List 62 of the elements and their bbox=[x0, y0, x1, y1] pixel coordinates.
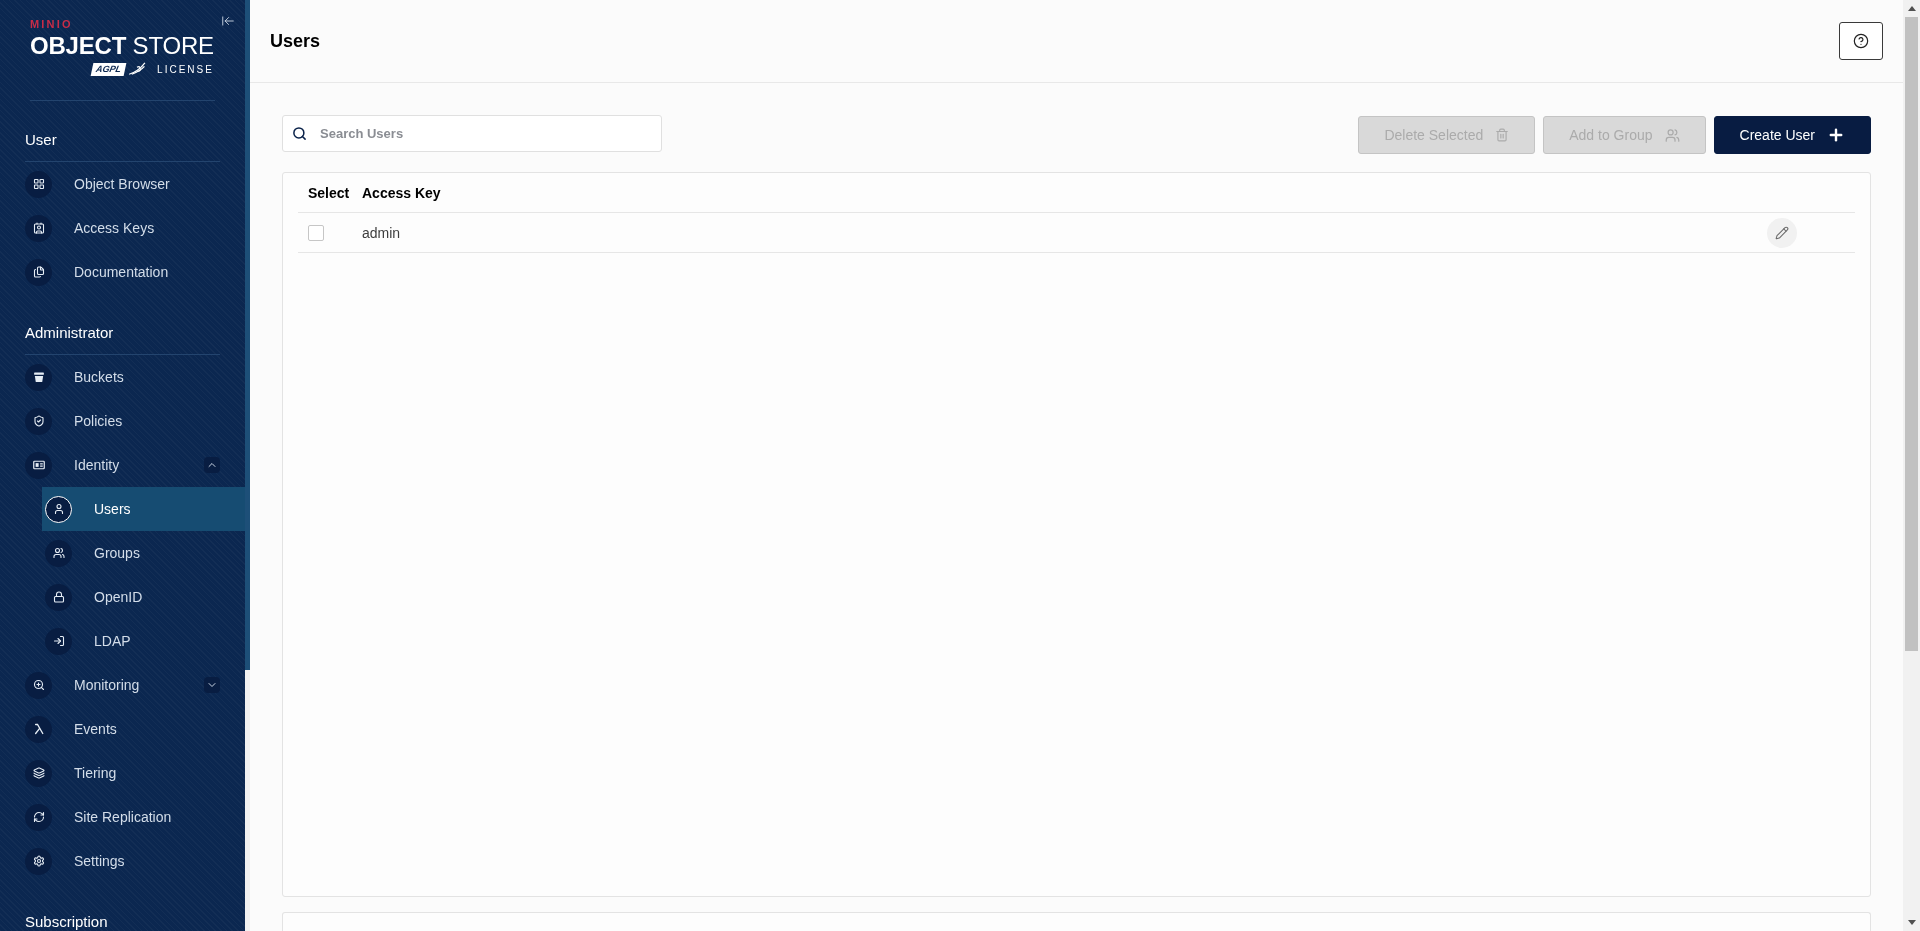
nav-item[interactable]: Identity bbox=[0, 443, 245, 487]
nav-item[interactable]: Buckets bbox=[0, 355, 245, 399]
bucket-icon bbox=[25, 363, 52, 391]
nav-item[interactable]: Access Keys bbox=[0, 206, 245, 250]
nav-item[interactable]: Monitoring bbox=[0, 663, 245, 707]
scrollbar[interactable] bbox=[1903, 0, 1920, 931]
grid-icon bbox=[25, 170, 52, 198]
section-title: User bbox=[25, 132, 220, 162]
column-header: Access Key bbox=[362, 184, 441, 201]
shield-icon bbox=[25, 407, 52, 435]
scrollbar-thumb[interactable] bbox=[1905, 17, 1918, 651]
create-user-button[interactable]: Create User bbox=[1713, 116, 1871, 154]
nav-item[interactable]: Groups bbox=[42, 531, 245, 575]
nav-item[interactable]: Documentation bbox=[0, 250, 245, 294]
license-badge: AGPL bbox=[90, 62, 127, 76]
page-title: Users bbox=[270, 30, 321, 52]
nav-item[interactable]: Users bbox=[42, 487, 245, 531]
help-icon bbox=[1853, 33, 1869, 49]
nav-item[interactable]: Policies bbox=[0, 399, 245, 443]
settings-icon bbox=[25, 847, 52, 875]
brand-name: MINIO bbox=[30, 19, 73, 29]
users-icon bbox=[1664, 127, 1680, 143]
user-icon bbox=[45, 495, 72, 523]
edit-button[interactable] bbox=[1767, 217, 1797, 248]
sidebar-scrollbar[interactable] bbox=[245, 0, 250, 931]
collapse-sidebar-icon[interactable] bbox=[220, 14, 235, 28]
search-field[interactable]: Search Users bbox=[282, 115, 662, 152]
section-title: Subscription bbox=[25, 914, 220, 931]
scrollbar-thumb[interactable] bbox=[245, 0, 250, 671]
scroll-down-icon[interactable] bbox=[1907, 920, 1916, 925]
chevron-down-icon[interactable] bbox=[204, 677, 220, 693]
users-icon bbox=[45, 539, 72, 567]
search-icon bbox=[292, 126, 307, 141]
lock-icon bbox=[45, 583, 72, 611]
checkbox[interactable] bbox=[308, 224, 324, 241]
swoosh-icon bbox=[128, 62, 147, 76]
nav-item[interactable]: OpenID bbox=[42, 575, 245, 619]
nav-item[interactable]: Settings bbox=[0, 839, 245, 883]
documents-icon bbox=[25, 258, 52, 286]
contact-card-icon bbox=[25, 214, 52, 242]
help-button[interactable] bbox=[1839, 22, 1883, 60]
nav-item[interactable]: LDAP bbox=[42, 619, 245, 663]
chevron-up-icon[interactable] bbox=[204, 457, 220, 473]
layers-icon bbox=[25, 759, 52, 787]
scroll-up-icon[interactable] bbox=[1907, 6, 1916, 11]
column-header: Select bbox=[308, 184, 350, 201]
id-card-icon bbox=[25, 451, 52, 479]
refresh-icon bbox=[25, 803, 52, 831]
nav-item[interactable]: Events bbox=[0, 707, 245, 751]
plus-icon bbox=[1827, 126, 1845, 144]
login-icon bbox=[45, 627, 72, 655]
product-name: OBJECT STORE bbox=[30, 33, 214, 58]
nav-item[interactable]: Tiering bbox=[0, 751, 245, 795]
table-cell: admin bbox=[362, 224, 401, 241]
magnifier-icon bbox=[25, 671, 52, 699]
nav-item[interactable]: Site Replication bbox=[0, 795, 245, 839]
pencil-icon bbox=[1775, 225, 1789, 240]
nav-item[interactable]: Object Browser bbox=[0, 162, 245, 206]
trash-icon bbox=[1495, 128, 1510, 142]
lambda-icon bbox=[25, 715, 52, 743]
section-title: Administrator bbox=[25, 325, 220, 355]
license-label: LICENSE bbox=[157, 62, 214, 76]
